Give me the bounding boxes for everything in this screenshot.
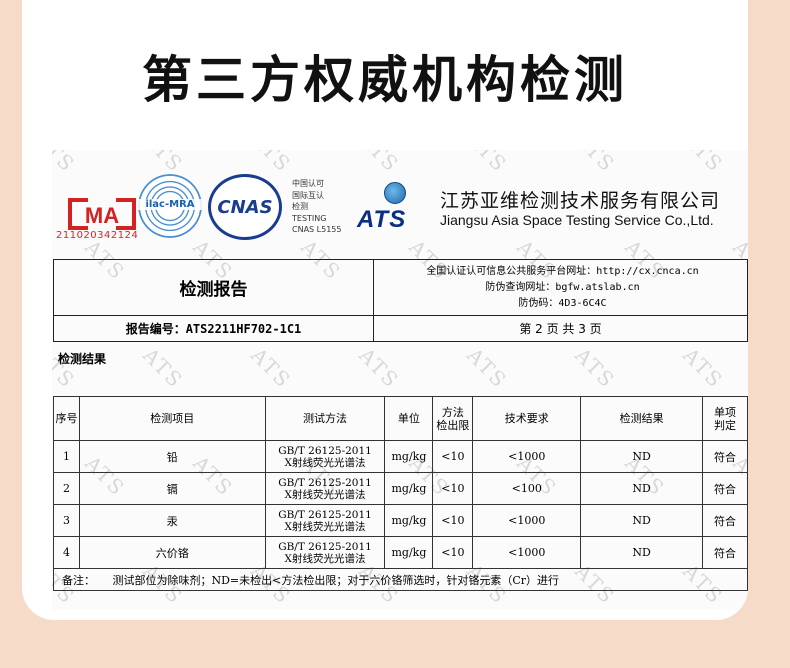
- watermark: ATS: [462, 343, 513, 393]
- requirement: <1000: [472, 536, 582, 569]
- method-technique: X射线荧光光谱法: [284, 520, 366, 533]
- watermark: ATS: [246, 150, 297, 177]
- row-number: 1: [53, 440, 80, 473]
- table-header-row: 序号 检测项目 测试方法 单位 方法 检出限 技术要求 检测结果 单项 判定: [53, 396, 748, 441]
- test-method: GB/T 26125-2011 X射线荧光光谱法: [264, 536, 386, 569]
- test-result: ND: [580, 504, 703, 537]
- header-cell: 检测结果: [580, 396, 703, 441]
- detection-limit: <10: [432, 472, 474, 505]
- row-number: 4: [53, 536, 80, 569]
- detection-limit: <10: [432, 440, 474, 473]
- watermark: ATS: [570, 150, 621, 177]
- table-row: 1 铅 GB/T 26125-2011 X射线荧光光谱法 mg/kg <10 <1000 ND…: [53, 440, 748, 473]
- watermark: ATS: [678, 150, 729, 177]
- info-line: 防伪码：4D3-6C4C: [518, 297, 607, 309]
- watermark: ATS: [462, 150, 513, 177]
- test-report-document: ATS ATS ATS ATS ATS ATS ATS ATS ATS ATS ATS ATS ATS A…: [52, 150, 748, 610]
- test-method: GB/T 26125-2011 X射线荧光光谱法: [264, 472, 386, 505]
- report-number: 报告编号：ATS2211HF702-1C1: [53, 315, 374, 342]
- method-technique: X射线荧光光谱法: [284, 552, 366, 565]
- test-result: ND: [580, 440, 703, 473]
- method-standard: GB/T 26125-2011: [278, 444, 372, 457]
- unit: mg/kg: [384, 536, 434, 569]
- table-note: 备注： 测试部位为除味剂；ND=未检出<方法检出限；对于六价铬筛选时，针对铬元素…: [53, 568, 748, 591]
- cnas-line: 国际互认: [292, 190, 324, 200]
- watermark: ATS: [570, 343, 621, 393]
- cnas-logo-text: CNAS: [217, 197, 273, 218]
- test-result: ND: [580, 472, 703, 505]
- globe-icon: [384, 182, 406, 204]
- test-method: GB/T 26125-2011 X射线荧光光谱法: [264, 440, 386, 473]
- test-item: 铅: [78, 440, 266, 473]
- header-cell: 技术要求: [472, 396, 582, 441]
- requirement: <100: [472, 472, 582, 505]
- company-name-cn: 江苏亚维检测技术服务有限公司: [440, 190, 721, 212]
- table-row: 3 汞 GB/T 26125-2011 X射线荧光光谱法 mg/kg <10 <1000 ND…: [53, 504, 748, 537]
- test-item: 镉: [78, 472, 266, 505]
- cnas-line: 中国认可: [292, 179, 324, 188]
- header-cell: 检测项目: [78, 396, 266, 441]
- results-table: 序号 检测项目 测试方法 单位 方法 检出限 技术要求 检测结果 单项 判定 1…: [53, 396, 748, 591]
- info-line: 全国认证认可信息公共服务平台网址：http://cx.cnca.cn: [426, 265, 699, 277]
- judgement: 符合: [702, 440, 748, 473]
- content-card: 第三方权威机构检测 ATS ATS ATS ATS ATS ATS ATS ATS ATS ATS…: [22, 0, 748, 620]
- watermark: ATS: [138, 343, 189, 393]
- watermark: ATS: [52, 150, 81, 177]
- report-header-table: 检测报告 全国认证认可信息公共服务平台网址：http://cx.cnca.cn …: [53, 259, 748, 342]
- unit: mg/kg: [384, 504, 434, 537]
- page-title: 第三方权威机构检测: [142, 51, 628, 109]
- method-technique: X射线荧光光谱法: [284, 488, 366, 501]
- table-row: 2 镉 GB/T 26125-2011 X射线荧光光谱法 mg/kg <10 <100 ND 符…: [53, 472, 748, 505]
- ilac-mra-logo: ilac-MRA: [138, 174, 202, 238]
- watermark: ATS: [138, 150, 189, 177]
- test-method: GB/T 26125-2011 X射线荧光光谱法: [264, 504, 386, 537]
- cnas-accreditation-text: 中国认可 国际互认 检测 TESTING CNAS L5155: [292, 178, 352, 236]
- ats-logo: ATS: [357, 206, 407, 233]
- test-result: ND: [580, 536, 703, 569]
- watermark: ATS: [678, 343, 729, 393]
- ilac-logo-text: ilac-MRA: [138, 199, 202, 210]
- company-name-en: Jiangsu Asia Space Testing Service Co.,L…: [440, 212, 714, 228]
- info-line: 防伪查询网址：bgfw.atslab.cn: [485, 281, 640, 293]
- method-standard: GB/T 26125-2011: [278, 508, 372, 521]
- table-row: 4 六价铬 GB/T 26125-2011 X射线荧光光谱法 mg/kg <10 <1000…: [53, 536, 748, 569]
- cnas-line: CNAS L5155: [292, 225, 342, 234]
- unit: mg/kg: [384, 472, 434, 505]
- unit: mg/kg: [384, 440, 434, 473]
- table-note-row: 备注： 测试部位为除味剂；ND=未检出<方法检出限；对于六价铬筛选时，针对铬元素…: [53, 568, 748, 591]
- header-cell: 方法 检出限: [432, 396, 474, 441]
- detection-limit: <10: [432, 504, 474, 537]
- cnas-line: TESTING: [292, 213, 327, 223]
- watermark: ATS: [354, 150, 405, 177]
- header-cell: 单位: [384, 396, 434, 441]
- cnas-logo: CNAS: [208, 174, 282, 240]
- cma-number: 211020342124: [56, 230, 139, 241]
- test-item: 六价铬: [78, 536, 266, 569]
- requirement: <1000: [472, 504, 582, 537]
- method-standard: GB/T 26125-2011: [278, 540, 372, 553]
- test-item: 汞: [78, 504, 266, 537]
- watermark: ATS: [354, 343, 405, 393]
- header-cell: 单项 判定: [702, 396, 748, 441]
- row-number: 3: [53, 504, 80, 537]
- judgement: 符合: [702, 472, 748, 505]
- results-label: 检测结果: [58, 352, 107, 366]
- header-cell: 测试方法: [264, 396, 386, 441]
- header-cell: 序号: [53, 396, 80, 441]
- cma-logo-text: MA: [85, 203, 119, 228]
- detection-limit: <10: [432, 536, 474, 569]
- cnas-line: 检测: [292, 202, 308, 211]
- page-indicator: 第 2 页 共 3 页: [373, 315, 748, 342]
- judgement: 符合: [702, 536, 748, 569]
- row-number: 2: [53, 472, 80, 505]
- requirement: <1000: [472, 440, 582, 473]
- judgement: 符合: [702, 504, 748, 537]
- method-technique: X射线荧光光谱法: [284, 456, 366, 469]
- report-title: 检测报告: [53, 259, 374, 316]
- method-standard: GB/T 26125-2011: [278, 476, 372, 489]
- watermark: ATS: [246, 343, 297, 393]
- report-verification-info: 全国认证认可信息公共服务平台网址：http://cx.cnca.cn 防伪查询网…: [373, 259, 748, 316]
